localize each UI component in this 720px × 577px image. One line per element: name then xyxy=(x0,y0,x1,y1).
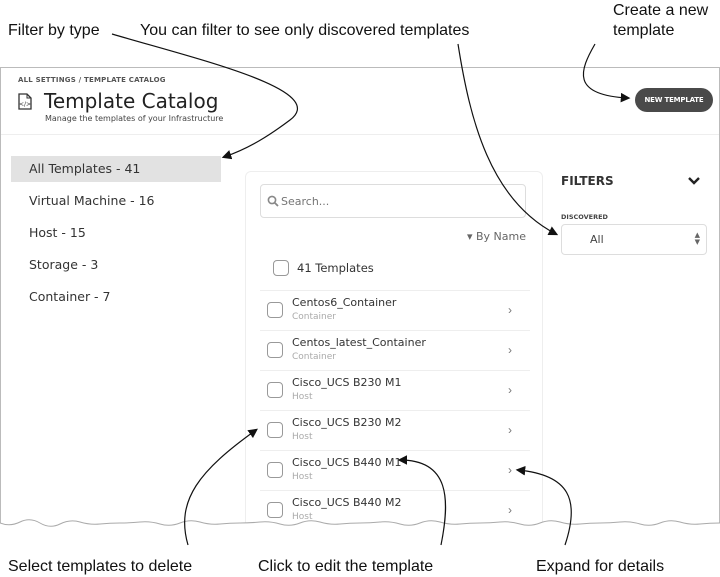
type-filter-nav: All Templates - 41 Virtual Machine - 16 … xyxy=(11,156,221,316)
template-type: Container xyxy=(292,312,336,322)
search-input[interactable] xyxy=(279,193,513,209)
select-all-checkbox[interactable] xyxy=(273,260,289,276)
chevron-right-icon[interactable]: › xyxy=(508,303,512,317)
annotation-create-new: Create a new template xyxy=(613,2,709,39)
sidebar-item-virtual-machine[interactable]: Virtual Machine - 16 xyxy=(11,188,221,214)
table-row[interactable]: Cisco_UCS B230 M2 Host › xyxy=(260,410,530,450)
sidebar-item-host[interactable]: Host - 15 xyxy=(11,220,221,246)
template-type: Host xyxy=(292,392,313,402)
search-box[interactable] xyxy=(260,184,526,218)
row-checkbox[interactable] xyxy=(267,462,283,478)
annotation-click-edit: Click to edit the template xyxy=(258,558,434,575)
template-type: Host xyxy=(292,472,313,482)
row-checkbox[interactable] xyxy=(267,302,283,318)
sidebar-item-all-templates[interactable]: All Templates - 41 xyxy=(11,156,221,182)
page-subtitle: Manage the templates of your Infrastruct… xyxy=(45,114,224,123)
discovered-value: All xyxy=(590,233,604,246)
template-name-link[interactable]: Cisco_UCS B440 M1 xyxy=(292,456,401,469)
table-row[interactable]: Centos_latest_Container Container › xyxy=(260,330,530,370)
template-name-link[interactable]: Cisco_UCS B230 M2 xyxy=(292,416,401,429)
sort-by-name[interactable]: ▾ By Name xyxy=(467,230,526,243)
template-name-link[interactable]: Centos6_Container xyxy=(292,296,396,309)
table-row[interactable]: Centos6_Container Container › xyxy=(260,290,530,330)
template-list: Centos6_Container Container › Centos_lat… xyxy=(260,290,530,530)
chevron-right-icon[interactable]: › xyxy=(508,343,512,357)
template-name-link[interactable]: Cisco_UCS B230 M1 xyxy=(292,376,401,389)
row-checkbox[interactable] xyxy=(267,382,283,398)
discovered-label: DISCOVERED xyxy=(561,213,608,221)
new-template-button[interactable]: NEW TEMPLATE xyxy=(635,88,713,112)
template-type: Container xyxy=(292,352,336,362)
chevron-right-icon[interactable]: › xyxy=(508,463,512,477)
template-count-label: 41 Templates xyxy=(297,261,374,275)
template-name-link[interactable]: Cisco_UCS B440 M2 xyxy=(292,496,401,509)
template-type: Host xyxy=(292,432,313,442)
annotation-select-delete: Select templates to delete xyxy=(8,558,193,575)
template-catalog-window: ALL SETTINGS / TEMPLATE CATALOG </> Temp… xyxy=(0,67,720,533)
template-name-link[interactable]: Centos_latest_Container xyxy=(292,336,426,349)
search-icon xyxy=(267,195,279,207)
select-all[interactable]: 41 Templates xyxy=(273,260,374,276)
select-arrows-icon: ▲ ▼ xyxy=(694,231,700,246)
chevron-right-icon[interactable]: › xyxy=(508,383,512,397)
sidebar-item-container[interactable]: Container - 7 xyxy=(11,284,221,310)
chevron-down-icon[interactable] xyxy=(687,176,701,186)
table-row[interactable]: Cisco_UCS B230 M1 Host › xyxy=(260,370,530,410)
row-checkbox[interactable] xyxy=(267,422,283,438)
annotation-expand-details: Expand for details xyxy=(536,558,665,575)
chevron-right-icon[interactable]: › xyxy=(508,423,512,437)
header-divider xyxy=(1,134,719,135)
torn-edge xyxy=(0,519,720,535)
table-row[interactable]: Cisco_UCS B440 M1 Host › xyxy=(260,450,530,490)
template-file-icon: </> xyxy=(18,93,32,110)
filters-title: FILTERS xyxy=(561,174,614,188)
svg-text:</>: </> xyxy=(19,101,31,108)
discovered-select[interactable]: All ▲ ▼ xyxy=(561,224,707,255)
annotation-filter-by-type: Filter by type xyxy=(8,22,100,39)
breadcrumb[interactable]: ALL SETTINGS / TEMPLATE CATALOG xyxy=(18,76,166,84)
page-title: Template Catalog xyxy=(44,89,219,113)
sidebar-item-storage[interactable]: Storage - 3 xyxy=(11,252,221,278)
row-checkbox[interactable] xyxy=(267,342,283,358)
template-list-panel: ▾ By Name 41 Templates Centos6_Container… xyxy=(245,171,543,533)
annotation-filter-discovered: You can filter to see only discovered te… xyxy=(140,22,470,39)
